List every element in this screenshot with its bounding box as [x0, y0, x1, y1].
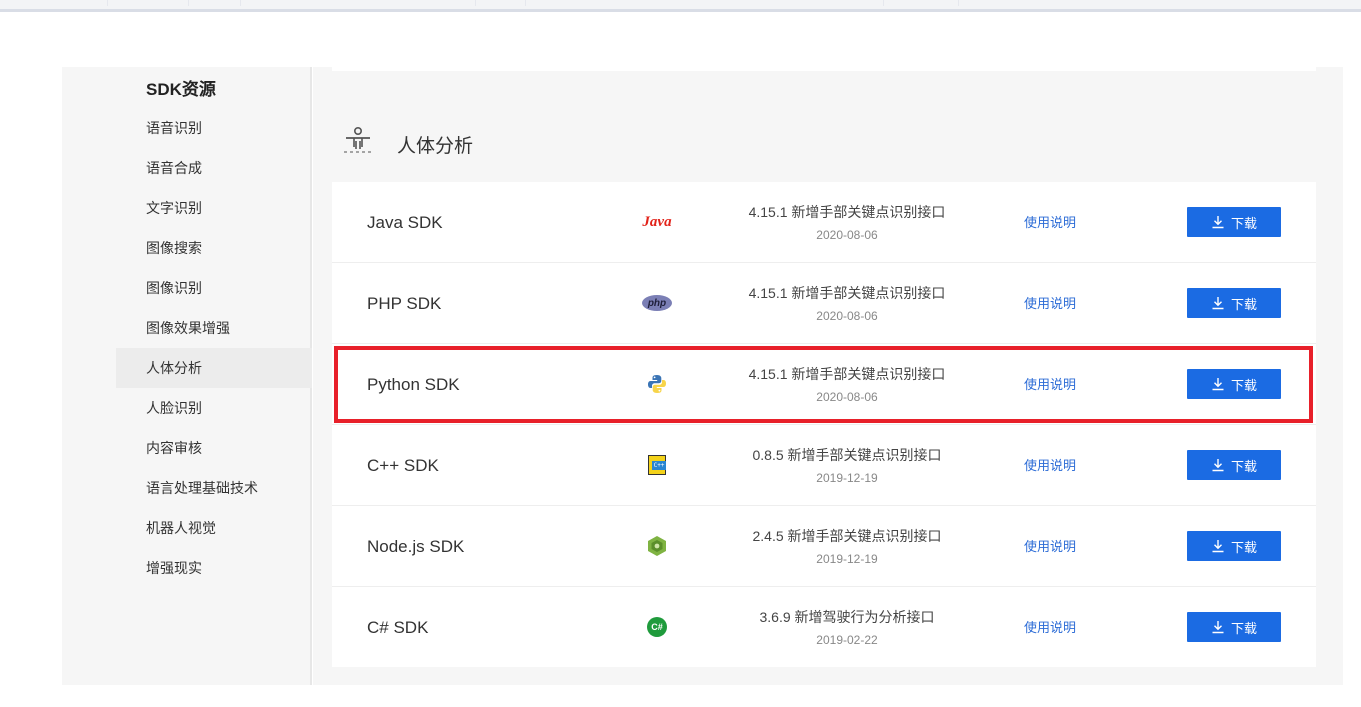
sdk-download-button[interactable]: 下载 [1187, 612, 1281, 642]
section-title: 人体分析 [397, 136, 474, 157]
sidebar-item-ar[interactable]: 增强现实 [116, 548, 312, 588]
nodejs-logo-graphic [648, 536, 666, 556]
sdk-download-button[interactable]: 下载 [1187, 288, 1281, 318]
download-label: 下载 [1230, 215, 1257, 231]
download-icon [1212, 459, 1224, 472]
sidebar-menu: 语音识别 语音合成 文字识别 图像搜索 图像识别 图像效果增强 人体分析 人脸识… [116, 108, 312, 588]
body-analysis-icon [344, 126, 372, 153]
download-icon [1212, 621, 1224, 634]
sdk-name: C# SDK [367, 618, 429, 637]
nodejs-logo-icon [640, 533, 674, 559]
sdk-version-note: 0.8.5 新增手部关键点识别接口 [752, 447, 942, 463]
sdk-download-button[interactable]: 下载 [1187, 531, 1281, 561]
download-label: 下载 [1230, 539, 1257, 555]
sdk-row-csharp: C# SDK C# 3.6.9 新增驾驶行为分析接口 2019-02-22 使用… [332, 587, 1316, 668]
top-bar-divider [958, 0, 959, 6]
main-content: 人体分析 Java SDK Java 4.15.1 新增手部关键点识别接口 20… [313, 67, 1343, 685]
php-logo-icon: php [640, 290, 674, 316]
sdk-download-button[interactable]: 下载 [1187, 207, 1281, 237]
download-label: 下载 [1230, 377, 1257, 393]
download-icon [1212, 540, 1224, 553]
sidebar-item-ocr[interactable]: 文字识别 [116, 188, 312, 228]
sdk-release-date: 2020-08-06 [816, 309, 878, 323]
download-label: 下载 [1230, 620, 1257, 636]
sdk-release-date: 2019-12-19 [816, 471, 878, 485]
browser-top-bar [0, 0, 1361, 12]
top-bar-divider [525, 0, 526, 6]
sdk-version-note: 3.6.9 新增驾驶行为分析接口 [759, 609, 935, 625]
sdk-release-date: 2019-12-19 [816, 552, 878, 566]
sdk-row-python: Python SDK 4.15.1 新增手部关键点识别接口 2020-08-06… [332, 344, 1316, 425]
sdk-name: Python SDK [367, 375, 460, 394]
sidebar-item-speech-synthesis[interactable]: 语音合成 [116, 148, 312, 188]
top-bar-divider [883, 0, 884, 6]
cpp-logo-text: C++ [652, 461, 666, 470]
sdk-row-php: PHP SDK php 4.15.1 新增手部关键点识别接口 2020-08-0… [332, 263, 1316, 344]
python-logo-icon [640, 371, 674, 397]
sdk-doc-link[interactable]: 使用说明 [1024, 344, 1076, 425]
php-logo-text: php [647, 297, 667, 309]
cpp-logo-icon: C++ [640, 452, 674, 478]
sdk-name: Java SDK [367, 213, 443, 232]
sidebar-item-image-recognition[interactable]: 图像识别 [116, 268, 312, 308]
sidebar-item-image-enhancement[interactable]: 图像效果增强 [116, 308, 312, 348]
sdk-download-button[interactable]: 下载 [1187, 450, 1281, 480]
sdk-name: C++ SDK [367, 456, 439, 475]
sdk-row-cpp: C++ SDK C++ 0.8.5 新增手部关键点识别接口 2019-12-19… [332, 425, 1316, 506]
top-bar-divider [240, 0, 241, 6]
cpp-logo-badge: C++ [648, 455, 666, 475]
sdk-version-note: 4.15.1 新增手部关键点识别接口 [748, 285, 946, 301]
java-logo-text: Java [642, 213, 672, 230]
sdk-doc-link[interactable]: 使用说明 [1024, 263, 1076, 344]
sidebar-item-robot-vision[interactable]: 机器人视觉 [116, 508, 312, 548]
sidebar-item-body-analysis[interactable]: 人体分析 [116, 348, 312, 388]
top-bar-divider [188, 0, 189, 6]
sdk-doc-link[interactable]: 使用说明 [1024, 182, 1076, 263]
sdk-row-java: Java SDK Java 4.15.1 新增手部关键点识别接口 2020-08… [332, 182, 1316, 263]
sdk-table: Java SDK Java 4.15.1 新增手部关键点识别接口 2020-08… [332, 182, 1316, 667]
sdk-name: PHP SDK [367, 294, 442, 313]
sidebar-item-face-recognition[interactable]: 人脸识别 [116, 388, 312, 428]
sdk-name: Node.js SDK [367, 537, 465, 556]
sdk-release-date: 2020-08-06 [816, 228, 878, 242]
sdk-doc-link[interactable]: 使用说明 [1024, 506, 1076, 587]
download-icon [1212, 216, 1224, 229]
top-bar-divider [107, 0, 108, 6]
csharp-logo-text: C# [647, 617, 667, 637]
sdk-release-date: 2020-08-06 [816, 390, 878, 404]
csharp-logo-icon: C# [640, 614, 674, 640]
sdk-version-note: 4.15.1 新增手部关键点识别接口 [748, 204, 946, 220]
sdk-release-date: 2019-02-22 [816, 633, 878, 647]
sidebar-item-image-search[interactable]: 图像搜索 [116, 228, 312, 268]
top-bar-divider [475, 0, 476, 6]
python-logo-graphic [648, 375, 666, 393]
download-icon [1212, 297, 1224, 310]
sdk-doc-link[interactable]: 使用说明 [1024, 425, 1076, 506]
sidebar-title: SDK资源 [146, 80, 216, 99]
sdk-download-button[interactable]: 下载 [1187, 369, 1281, 399]
sdk-category-sidebar: SDK资源 语音识别 语音合成 文字识别 图像搜索 图像识别 图像效果增强 人体… [62, 67, 312, 685]
java-logo-icon: Java [640, 209, 674, 235]
content-top-divider [332, 67, 1316, 71]
download-icon [1212, 378, 1224, 391]
sidebar-item-speech-recognition[interactable]: 语音识别 [116, 108, 312, 148]
sdk-version-note: 2.4.5 新增手部关键点识别接口 [752, 528, 942, 544]
sdk-row-nodejs: Node.js SDK 2.4.5 新增手部关键点识别接口 2019-12-19… [332, 506, 1316, 587]
sidebar-item-nlp[interactable]: 语言处理基础技术 [116, 468, 312, 508]
download-label: 下载 [1230, 458, 1257, 474]
download-label: 下载 [1230, 296, 1257, 312]
php-logo-badge: php [642, 295, 672, 311]
sidebar-item-content-moderation[interactable]: 内容审核 [116, 428, 312, 468]
sdk-doc-link[interactable]: 使用说明 [1024, 587, 1076, 668]
sdk-version-note: 4.15.1 新增手部关键点识别接口 [748, 366, 946, 382]
